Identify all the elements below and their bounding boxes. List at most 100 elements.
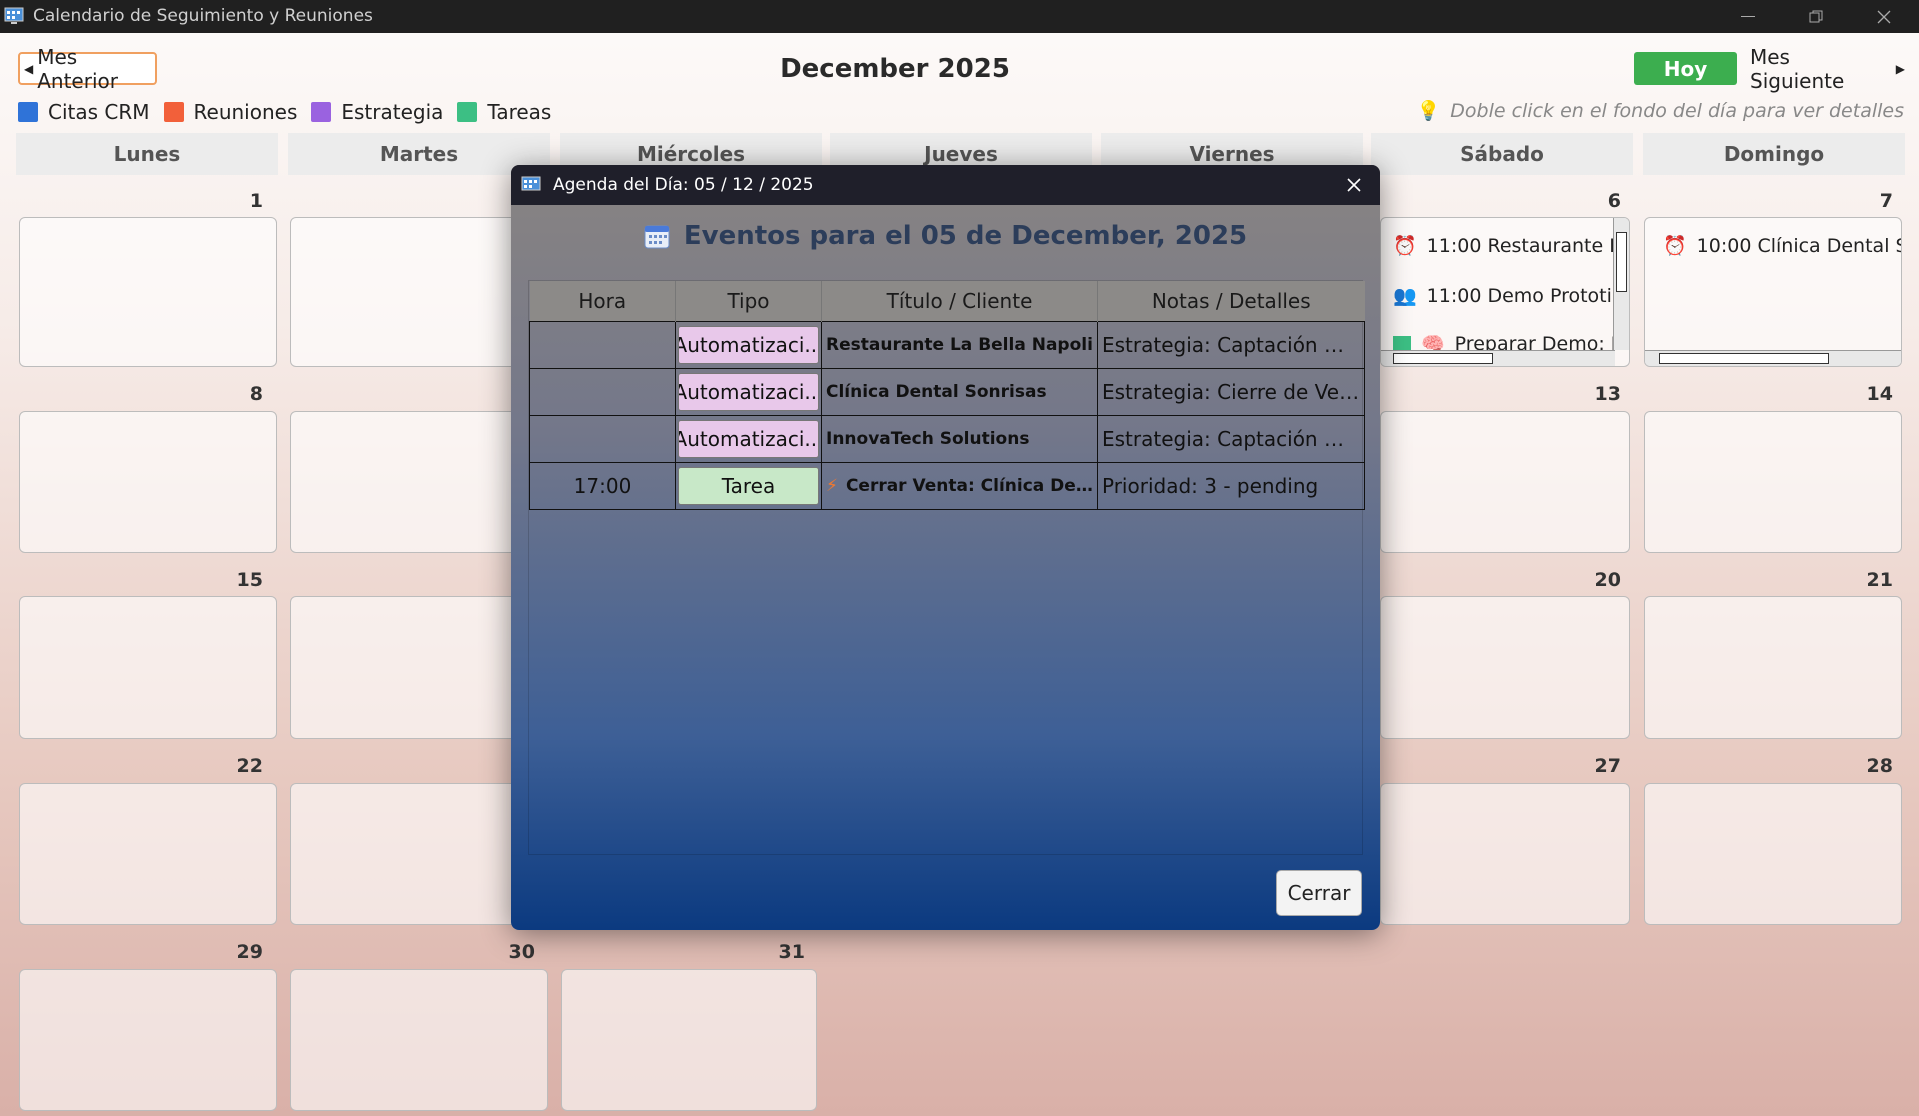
day-event[interactable]: ⏰ 11:00 Restaurante La [1393, 234, 1630, 258]
next-month-button[interactable]: Mes Siguiente ▶ [1750, 45, 1905, 93]
app-icon [521, 176, 541, 191]
day-number: 20 [1594, 569, 1621, 591]
day-cell[interactable] [290, 969, 548, 1111]
day-number: 8 [249, 383, 263, 405]
scrollbar-thumb[interactable] [1659, 353, 1829, 364]
cell-titulo: ⚡ Cerrar Venta: Clínica Dental [821, 462, 1098, 510]
dialog-close-button[interactable] [1334, 165, 1374, 205]
day-cell[interactable] [1380, 596, 1630, 739]
cell-tipo: Tarea [675, 462, 822, 510]
calendar-icon [644, 225, 670, 249]
day-cell[interactable]: ⏰ 11:00 Restaurante La 👥 11:00 Demo Prot… [1380, 217, 1630, 367]
day-agenda-dialog: Agenda del Día: 05 / 12 / 2025 Eventos p… [511, 165, 1380, 930]
alarm-clock-icon: ⏰ [1663, 235, 1687, 257]
cell-titulo-text: Cerrar Venta: Clínica Dental [845, 476, 1098, 496]
day-number: 1 [249, 190, 263, 212]
event-label: 11:00 Restaurante La [1426, 234, 1630, 257]
day-cell[interactable]: ⏰ 10:00 Clínica Dental Son [1644, 217, 1902, 367]
weekday-sabado: Sábado [1371, 133, 1633, 175]
table-row[interactable]: 17:00 Tarea ⚡ Cerrar Venta: Clínica Denta… [529, 462, 1365, 510]
column-header-notas[interactable]: Notas / Detalles [1097, 281, 1365, 322]
day-cell[interactable] [19, 783, 277, 925]
scrollbar-thumb[interactable] [1616, 232, 1627, 292]
cell-hora: 17:00 [529, 462, 676, 510]
column-header-hora[interactable]: Hora [529, 281, 676, 322]
table-row[interactable]: Automatizaci... Clínica Dental Sonrisas … [529, 368, 1365, 416]
hint-label: Doble click en el fondo del día para ver… [1450, 99, 1904, 122]
day-cell[interactable] [19, 217, 277, 367]
legend-item-reuniones: Reuniones [163, 100, 297, 124]
legend-label: Tareas [487, 100, 552, 124]
cell-titulo: Clínica Dental Sonrisas [821, 368, 1098, 416]
close-icon [1877, 10, 1891, 23]
day-event[interactable]: ⏰ 10:00 Clínica Dental Son [1663, 234, 1901, 258]
day-cell[interactable] [290, 411, 520, 553]
table-row[interactable]: Automatizaci... InnovaTech Solutions Est… [529, 415, 1365, 463]
day-cell[interactable] [19, 969, 277, 1111]
legend-swatch [311, 102, 332, 122]
horizontal-scrollbar[interactable] [1645, 350, 1901, 366]
vertical-scrollbar[interactable] [1613, 218, 1629, 350]
day-cell[interactable] [1380, 783, 1630, 925]
window-titlebar: Calendario de Seguimiento y Reuniones [0, 0, 1919, 33]
today-button[interactable]: Hoy [1634, 52, 1737, 85]
horizontal-scrollbar[interactable] [1381, 350, 1615, 366]
table-header-row: Hora Tipo Título / Cliente Notas / Detal… [529, 281, 1365, 322]
day-cell[interactable] [19, 596, 277, 739]
event-label: 10:00 Clínica Dental Son [1696, 234, 1901, 257]
caret-right-icon: ▶ [1895, 61, 1905, 76]
close-window-button[interactable] [1856, 0, 1912, 33]
type-badge: Tarea [678, 467, 819, 505]
day-number: 13 [1594, 383, 1621, 405]
close-dialog-button[interactable]: Cerrar [1276, 870, 1362, 916]
cell-notas: Estrategia: Captación Web ... [1097, 415, 1365, 463]
day-cell[interactable] [290, 217, 520, 367]
lightning-icon: ⚡ [826, 476, 838, 496]
day-cell[interactable] [290, 596, 520, 739]
cell-notas: Prioridad: 3 - pending [1097, 462, 1365, 510]
legend-swatch [18, 102, 38, 122]
day-number: 21 [1866, 569, 1893, 591]
type-badge: Automatizaci... [678, 420, 819, 458]
day-number: 7 [1879, 190, 1893, 212]
cell-titulo: InnovaTech Solutions [821, 415, 1098, 463]
day-event[interactable]: 👥 11:00 Demo Prototipo [1393, 284, 1629, 308]
legend-item-citas: Citas CRM [18, 100, 150, 124]
prev-month-label: Mes Anterior [37, 44, 118, 93]
cell-titulo: Restaurante La Bella Napoli [821, 321, 1098, 369]
window-title: Calendario de Seguimiento y Reuniones [33, 6, 373, 26]
dialog-heading: Eventos para el 05 de December, 2025 [511, 221, 1380, 251]
column-header-titulo[interactable]: Título / Cliente [821, 281, 1098, 322]
cell-tipo: Automatizaci... [675, 321, 822, 369]
cell-hora [529, 368, 676, 416]
legend-swatch [457, 102, 478, 122]
type-badge: Automatizaci... [678, 373, 819, 411]
day-cell[interactable] [561, 969, 817, 1111]
day-number: 31 [778, 941, 805, 963]
table-row[interactable]: Automatizaci... Restaurante La Bella Nap… [529, 321, 1365, 369]
day-number: 27 [1594, 755, 1621, 777]
weekday-domingo: Domingo [1643, 133, 1905, 175]
cell-notas: Estrategia: Captación Web ... [1097, 321, 1365, 369]
alarm-clock-icon: ⏰ [1393, 235, 1417, 257]
people-icon: 👥 [1393, 285, 1417, 307]
day-cell[interactable] [1644, 411, 1902, 553]
prev-month-button[interactable]: ◀ Mes Anterior [18, 45, 157, 93]
day-number: 14 [1866, 383, 1893, 405]
restore-button[interactable] [1788, 0, 1844, 33]
events-table: Hora Tipo Título / Cliente Notas / Detal… [528, 280, 1365, 855]
day-cell[interactable] [1644, 596, 1902, 739]
day-number: 22 [236, 755, 263, 777]
restore-icon [1809, 10, 1823, 22]
minimize-button[interactable] [1720, 0, 1776, 33]
day-cell[interactable] [1644, 783, 1902, 925]
day-number: 30 [508, 941, 535, 963]
day-cell[interactable] [290, 783, 520, 925]
day-cell[interactable] [19, 411, 277, 553]
legend: Citas CRM Reuniones Estrategia Tareas [18, 98, 565, 126]
day-cell[interactable] [1380, 411, 1630, 553]
scrollbar-thumb[interactable] [1393, 353, 1493, 364]
dialog-heading-text: Eventos para el 05 de December, 2025 [683, 221, 1248, 251]
column-header-tipo[interactable]: Tipo [675, 281, 822, 322]
cell-hora [529, 321, 676, 369]
